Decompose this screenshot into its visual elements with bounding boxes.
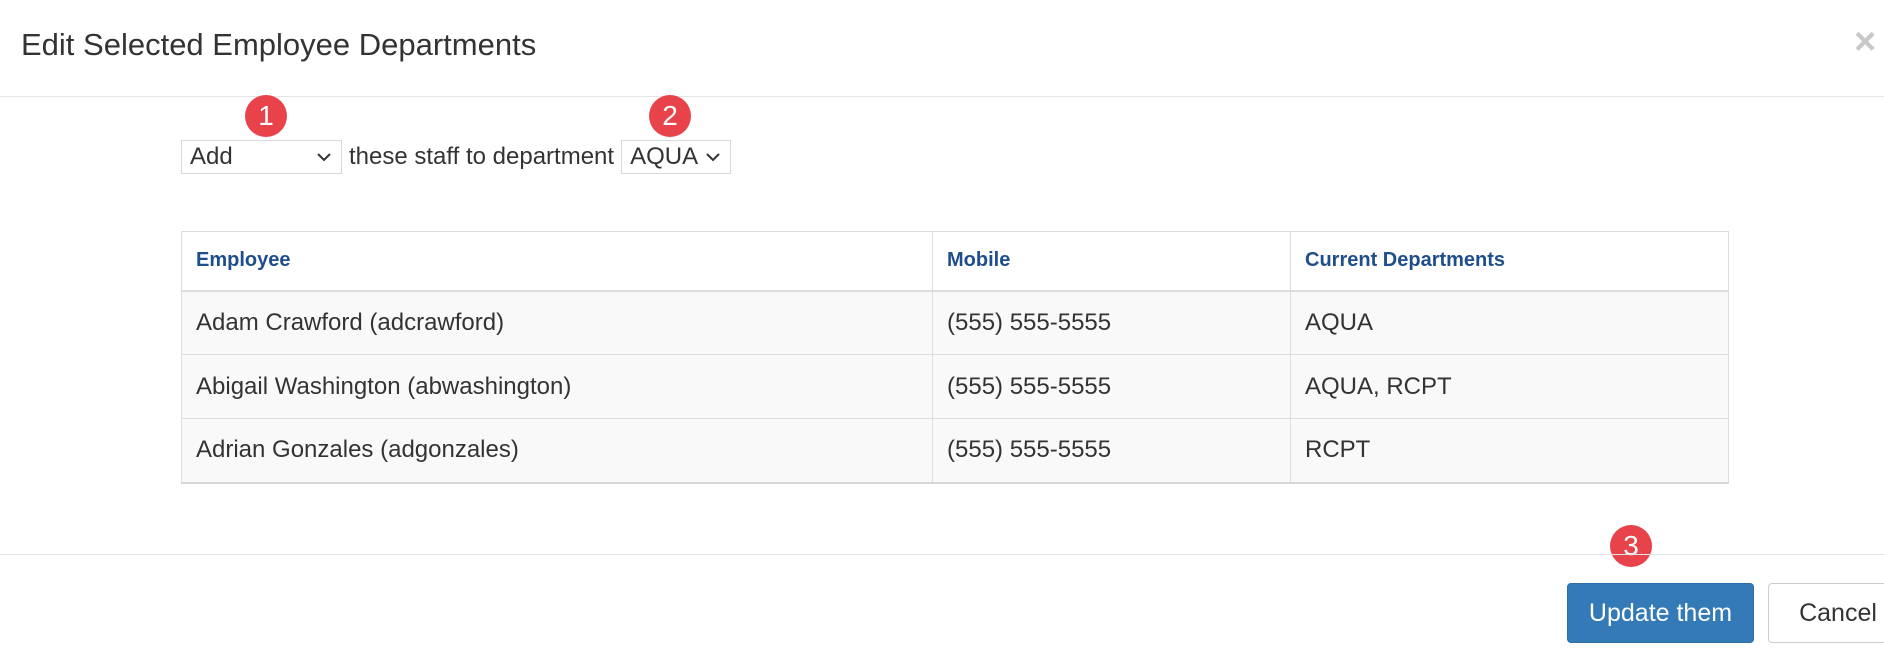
employee-cell: Abigail Washington (abwashington) bbox=[181, 354, 933, 419]
controls-row: Add these staff to department AQUA bbox=[181, 140, 732, 174]
employee-cell: Adam Crawford (adcrawford) bbox=[181, 290, 933, 355]
close-icon[interactable]: × bbox=[1854, 22, 1884, 62]
annotation-badge-2: 2 bbox=[649, 95, 691, 137]
action-select-value: Add bbox=[190, 143, 233, 170]
update-button[interactable]: Update them bbox=[1567, 583, 1754, 643]
departments-cell: AQUA bbox=[1290, 290, 1729, 355]
table-row: Adam Crawford (adcrawford) (555) 555-555… bbox=[181, 290, 1729, 355]
modal-title: Edit Selected Employee Departments bbox=[21, 27, 537, 62]
action-select[interactable]: Add bbox=[181, 140, 342, 174]
table-row: Adrian Gonzales (adgonzales) (555) 555-5… bbox=[181, 418, 1729, 484]
departments-cell: AQUA, RCPT bbox=[1290, 354, 1729, 419]
column-header-mobile[interactable]: Mobile bbox=[932, 231, 1291, 292]
column-header-departments[interactable]: Current Departments bbox=[1290, 231, 1729, 292]
edit-departments-modal: Edit Selected Employee Departments × 1 2… bbox=[0, 0, 1884, 648]
cancel-button[interactable]: Cancel bbox=[1768, 583, 1884, 643]
table-row: Abigail Washington (abwashington) (555) … bbox=[181, 354, 1729, 419]
mobile-cell: (555) 555-5555 bbox=[932, 354, 1291, 419]
departments-cell: RCPT bbox=[1290, 418, 1729, 484]
modal-header: Edit Selected Employee Departments × bbox=[0, 0, 1884, 97]
annotation-badge-1: 1 bbox=[245, 95, 287, 137]
department-select[interactable]: AQUA bbox=[621, 140, 732, 174]
employee-cell: Adrian Gonzales (adgonzales) bbox=[181, 418, 933, 484]
chevron-down-icon bbox=[317, 153, 331, 162]
mobile-cell: (555) 555-5555 bbox=[932, 290, 1291, 355]
employee-table: Employee Mobile Current Departments Adam… bbox=[181, 231, 1729, 484]
controls-text: these staff to department bbox=[349, 143, 615, 170]
column-header-employee[interactable]: Employee bbox=[181, 231, 933, 292]
modal-footer: Update them Cancel bbox=[0, 554, 1884, 648]
table-header-row: Employee Mobile Current Departments bbox=[181, 231, 1729, 292]
department-select-value: AQUA bbox=[630, 143, 699, 170]
mobile-cell: (555) 555-5555 bbox=[932, 418, 1291, 484]
chevron-down-icon bbox=[706, 153, 720, 162]
